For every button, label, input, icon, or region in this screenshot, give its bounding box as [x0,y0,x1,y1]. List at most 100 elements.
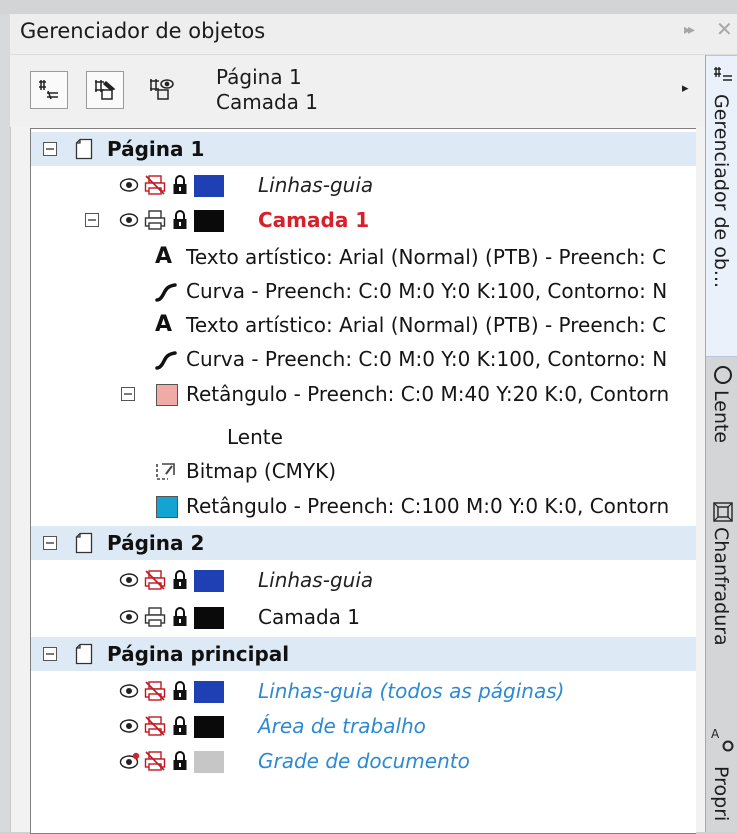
rectangle-fill-swatch [156,384,178,406]
object-manager-toolbar: Página 1 Camada 1 ▸ [10,55,705,127]
tree-row-effect[interactable]: Lente [31,421,696,455]
page-icon [75,532,93,554]
tree-row-object-group[interactable]: Retângulo - Preench: C:0 M:40 Y:20 K:0, … [31,377,696,411]
tab-label: Lente [710,390,732,444]
layer-label: Camada 1 [258,605,360,629]
curve-icon [155,283,177,302]
tree-row-guides-page-1[interactable]: Linhas-guia [31,168,696,202]
object-label: Retângulo - Preench: C:0 M:40 Y:20 K:0, … [186,382,670,406]
color-swatch[interactable] [194,570,224,592]
printer-icon[interactable] [144,606,166,628]
lock-icon[interactable] [172,174,188,196]
layer-manager-view-button[interactable] [142,71,180,109]
tree-row-master-page[interactable]: Página principal [31,637,696,671]
flyout-menu-arrow[interactable]: ▸ [682,81,689,96]
tree-row-page-1[interactable]: Página 1 [31,132,696,166]
properties-button[interactable] [30,71,68,109]
color-swatch[interactable] [194,607,224,629]
print-disabled-icon[interactable] [144,715,166,737]
print-disabled-icon[interactable] [144,174,166,196]
window-top-strip [0,0,737,14]
tree-row-object[interactable]: Bitmap (CMYK) [31,454,696,488]
collapse-toggle-icon[interactable] [43,536,57,550]
collapse-toggle-icon[interactable] [43,647,57,661]
artistic-text-icon: A [155,312,173,337]
tree-row-object[interactable]: Curva - Preench: C:0 M:0 Y:0 K:100, Cont… [31,342,696,376]
object-label: Texto artístico: Arial (Normal) (PTB) - … [186,245,667,269]
guides-label: Linhas-guia [258,173,374,197]
color-swatch[interactable] [194,751,224,773]
panel-title: Gerenciador de objetos [20,19,266,43]
current-page-label: Página 1 [216,65,302,89]
collapse-panel-button[interactable]: ▸▸ [684,22,695,38]
object-manager-icon [714,67,732,81]
lock-icon[interactable] [172,715,188,737]
edit-across-layers-button[interactable] [86,71,124,109]
close-panel-button[interactable]: ✕ [716,17,733,41]
color-swatch[interactable] [194,210,224,232]
collapse-toggle-icon[interactable] [121,387,135,401]
lens-effect-label: Lente [227,425,283,449]
curve-icon [155,351,177,370]
page-icon [75,138,93,160]
collapse-toggle-icon[interactable] [43,142,57,156]
tab-lens[interactable]: Lente [706,360,737,490]
tab-properties[interactable]: A Propri [706,720,737,832]
bevel-icon [713,502,733,522]
tree-row-page-2[interactable]: Página 2 [31,526,696,560]
collapse-toggle-icon[interactable] [85,213,99,227]
lock-icon[interactable] [172,606,188,628]
object-label: Texto artístico: Arial (Normal) (PTB) - … [186,313,667,337]
color-swatch[interactable] [194,175,224,197]
eye-icon[interactable] [119,212,139,228]
docker-tabs: Gerenciador de ob... Lente Chanfradura A… [705,55,737,832]
master-page-label: Página principal [107,642,290,666]
lock-icon[interactable] [172,750,188,772]
artistic-text-icon: A [155,244,173,269]
current-layer-label: Camada 1 [216,90,318,114]
desktop-label: Área de trabalho [258,714,426,738]
properties-tab-icon: A [711,727,734,752]
tree-row-object[interactable]: A Texto artístico: Arial (Normal) (PTB) … [31,240,696,274]
tree-row-desktop[interactable]: Área de trabalho [31,709,696,743]
tree-row-document-grid[interactable]: Grade de documento [31,744,696,778]
tab-label: Propri [710,766,732,822]
current-page-layer-info: Página 1 Camada 1 [216,65,318,115]
tab-bevel[interactable]: Chanfradura [706,495,737,710]
eye-hidden-icon[interactable] [119,752,141,770]
object-label: Bitmap (CMYK) [186,459,337,483]
eye-icon[interactable] [119,572,139,588]
master-guides-label: Linhas-guia (todos as páginas) [258,679,565,703]
tree-row-layer-1-page-2[interactable]: Camada 1 [31,600,696,634]
color-swatch[interactable] [194,681,224,703]
tree-row-guides-page-2[interactable]: Linhas-guia [31,563,696,597]
tree-row-layer-1[interactable]: Camada 1 [31,203,696,237]
print-disabled-icon[interactable] [144,569,166,591]
guides-label: Linhas-guia [258,568,374,592]
page-2-label: Página 2 [107,531,205,555]
printer-icon[interactable] [144,209,166,231]
lens-icon [714,366,732,384]
color-swatch[interactable] [194,716,224,738]
lock-icon[interactable] [172,680,188,702]
lock-icon[interactable] [172,569,188,591]
eye-icon[interactable] [119,683,139,699]
bitmap-icon [156,463,175,480]
layer-1-label: Camada 1 [258,208,370,232]
eye-icon[interactable] [119,609,139,625]
eye-icon[interactable] [119,177,139,193]
eye-icon[interactable] [119,718,139,734]
tab-object-manager[interactable]: Gerenciador de ob... [706,55,737,357]
tree-row-master-guides[interactable]: Linhas-guia (todos as páginas) [31,674,696,708]
page-icon [75,643,93,665]
lock-icon[interactable] [172,209,188,231]
tree-row-object[interactable]: A Texto artístico: Arial (Normal) (PTB) … [31,308,696,342]
tab-label: Gerenciador de ob... [710,94,732,289]
page-1-label: Página 1 [107,137,205,161]
document-grid-label: Grade de documento [258,749,470,773]
tree-row-object[interactable]: Curva - Preench: C:0 M:0 Y:0 K:100, Cont… [31,274,696,308]
object-tree: Página 1 Linhas-guia Camada 1 A Texto ar… [30,128,696,834]
print-disabled-icon[interactable] [144,680,166,702]
tree-row-object[interactable]: Retângulo - Preench: C:100 M:0 Y:0 K:0, … [31,489,696,523]
print-disabled-icon[interactable] [144,750,166,772]
